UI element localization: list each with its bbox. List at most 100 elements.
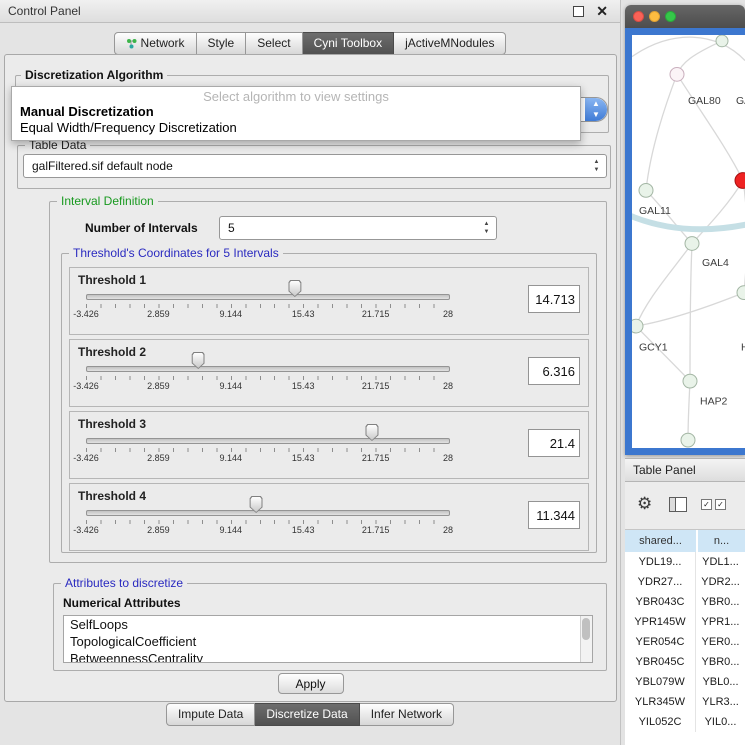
close-icon[interactable]: ✕ (596, 2, 608, 20)
table-row[interactable]: YDL19...YDL1... (625, 552, 745, 572)
tab-network-label: Network (141, 33, 185, 54)
cell: YPR1... (696, 612, 745, 632)
list-item[interactable]: SelfLoops (64, 616, 592, 633)
svg-text:GAL7: GAL7 (736, 96, 745, 107)
combo-arrows-icon: ▲▼ (592, 158, 601, 174)
column-chooser-icon[interactable] (669, 497, 687, 512)
float-window-icon[interactable] (573, 6, 584, 17)
svg-text:GAL4: GAL4 (702, 258, 729, 269)
tab-network[interactable]: Network (114, 32, 197, 55)
scale-label: 9.144 (220, 453, 243, 463)
gear-icon[interactable]: ⚙ (637, 494, 652, 514)
threshold-4-value-field[interactable] (528, 501, 580, 529)
threshold-1-slider[interactable]: -3.426 2.859 9.144 15.43 21.715 28 (86, 268, 448, 334)
cell: YBR0... (696, 652, 745, 672)
cell: YDR2... (696, 572, 745, 592)
threshold-4-slider[interactable]: -3.426 2.859 9.144 15.43 21.715 28 (86, 484, 448, 550)
threshold-2-value-field[interactable] (528, 357, 580, 385)
cell: YER0... (696, 632, 745, 652)
interval-group-title: Interval Definition (57, 194, 158, 208)
scale-label: -3.426 (73, 381, 99, 391)
tab-select[interactable]: Select (246, 32, 302, 55)
list-item[interactable]: BetweennessCentrality (64, 650, 592, 663)
table-panel-header: Table Panel (625, 458, 745, 482)
num-intervals-value: 5 (228, 217, 235, 239)
slider-track[interactable] (86, 510, 450, 516)
slider-scale: -3.426 2.859 9.144 15.43 21.715 28 (86, 453, 448, 464)
control-panel-titlebar[interactable]: Control Panel ✕ (0, 0, 620, 23)
control-panel-tabs: Network Style Select Cyni Toolbox jActiv… (0, 32, 620, 55)
network-window-titlebar[interactable] (625, 5, 745, 28)
table-data-combobox[interactable]: galFiltered.sif default node ▲▼ (23, 154, 607, 178)
zoom-traffic-light-icon[interactable] (665, 11, 676, 22)
table-row[interactable]: YBL079WYBL0... (625, 672, 745, 692)
tab-impute-data[interactable]: Impute Data (166, 703, 255, 726)
checkbox-icon[interactable]: ✓ (715, 499, 726, 510)
table-row[interactable]: YBR043CYBR0... (625, 592, 745, 612)
apply-button[interactable]: Apply (278, 673, 344, 694)
checkbox-icon[interactable]: ✓ (701, 499, 712, 510)
svg-text:GAL11: GAL11 (639, 206, 671, 217)
cell: YER054C (625, 632, 696, 652)
list-scrollbar[interactable] (580, 616, 592, 662)
cell: YLR3... (696, 692, 745, 712)
minimize-traffic-light-icon[interactable] (649, 11, 660, 22)
slider-ticks (86, 448, 448, 452)
table-row[interactable]: YIL052CYIL0... (625, 712, 745, 732)
threshold-2-slider[interactable]: -3.426 2.859 9.144 15.43 21.715 28 (86, 340, 448, 406)
column-header-shared-name[interactable]: shared... (625, 530, 698, 552)
threshold-2-panel: Threshold 2 -3.426 2.859 9.144 15.43 21.… (69, 339, 589, 407)
scale-label: 28 (443, 309, 453, 319)
combo-stepper-icon[interactable]: ▲▼ (585, 98, 607, 121)
slider-scale: -3.426 2.859 9.144 15.43 21.715 28 (86, 525, 448, 536)
tab-cyni-toolbox-label: Cyni Toolbox (314, 33, 382, 54)
algorithm-group-title: Discretization Algorithm (21, 68, 167, 82)
scale-label: 28 (443, 381, 453, 391)
table-row[interactable]: YPR145WYPR1... (625, 612, 745, 632)
num-intervals-label: Number of Intervals (85, 221, 198, 235)
table-row[interactable]: YBR045CYBR0... (625, 652, 745, 672)
slider-track[interactable] (86, 438, 450, 444)
column-header-name[interactable]: n... (698, 530, 745, 552)
network-graph-svg[interactable]: GAL80GAL7GAL11GAL4GCY1HHAP2 (632, 35, 745, 448)
scale-label: 15.43 (292, 525, 315, 535)
screenshot-root: Control Panel ✕ Network Style Select Cyn… (0, 0, 745, 745)
slider-track[interactable] (86, 366, 450, 372)
svg-text:GAL80: GAL80 (688, 96, 721, 107)
list-item[interactable]: TopologicalCoefficient (64, 633, 592, 650)
close-traffic-light-icon[interactable] (633, 11, 644, 22)
scale-label: 9.144 (220, 309, 243, 319)
attributes-group-title: Attributes to discretize (61, 576, 187, 590)
scrollbar-thumb[interactable] (582, 618, 590, 640)
cyni-mode-tabs: Impute Data Discretize Data Infer Networ… (0, 703, 620, 726)
tab-style[interactable]: Style (197, 32, 247, 55)
algorithm-dropdown-popup: Select algorithm to view settings Manual… (11, 86, 581, 141)
cell: YIL0... (696, 712, 745, 732)
numerical-attributes-list[interactable]: SelfLoops TopologicalCoefficient Between… (63, 615, 593, 663)
tab-discretize-data-label: Discretize Data (266, 704, 347, 725)
table-data-value: galFiltered.sif default node (32, 155, 173, 177)
table-row[interactable]: YER054CYER0... (625, 632, 745, 652)
dropdown-option-equal-width[interactable]: Equal Width/Frequency Discretization (12, 120, 580, 136)
threshold-1-value-field[interactable] (528, 285, 580, 313)
scale-label: 28 (443, 453, 453, 463)
network-canvas[interactable]: GAL80GAL7GAL11GAL4GCY1HHAP2 (632, 35, 745, 448)
tab-cyni-toolbox[interactable]: Cyni Toolbox (303, 32, 394, 55)
tab-discretize-data[interactable]: Discretize Data (255, 703, 359, 726)
threshold-3-slider[interactable]: -3.426 2.859 9.144 15.43 21.715 28 (86, 412, 448, 478)
cell: YPR145W (625, 612, 696, 632)
dropdown-option-manual[interactable]: Manual Discretization (12, 104, 580, 120)
table-row[interactable]: YDR27...YDR2... (625, 572, 745, 592)
cell: YDR27... (625, 572, 696, 592)
tab-infer-network[interactable]: Infer Network (360, 703, 454, 726)
tab-jactivemodules[interactable]: jActiveMNodules (394, 32, 506, 55)
table-row[interactable]: YLR345WYLR3... (625, 692, 745, 712)
tab-infer-network-label: Infer Network (371, 704, 442, 725)
network-selection-frame: GAL80GAL7GAL11GAL4GCY1HHAP2 (625, 28, 745, 455)
slider-track[interactable] (86, 294, 450, 300)
num-intervals-combobox[interactable]: 5 ▲▼ (219, 216, 497, 240)
slider-scale: -3.426 2.859 9.144 15.43 21.715 28 (86, 381, 448, 392)
cell: YBR045C (625, 652, 696, 672)
slider-ticks (86, 304, 448, 308)
threshold-3-value-field[interactable] (528, 429, 580, 457)
